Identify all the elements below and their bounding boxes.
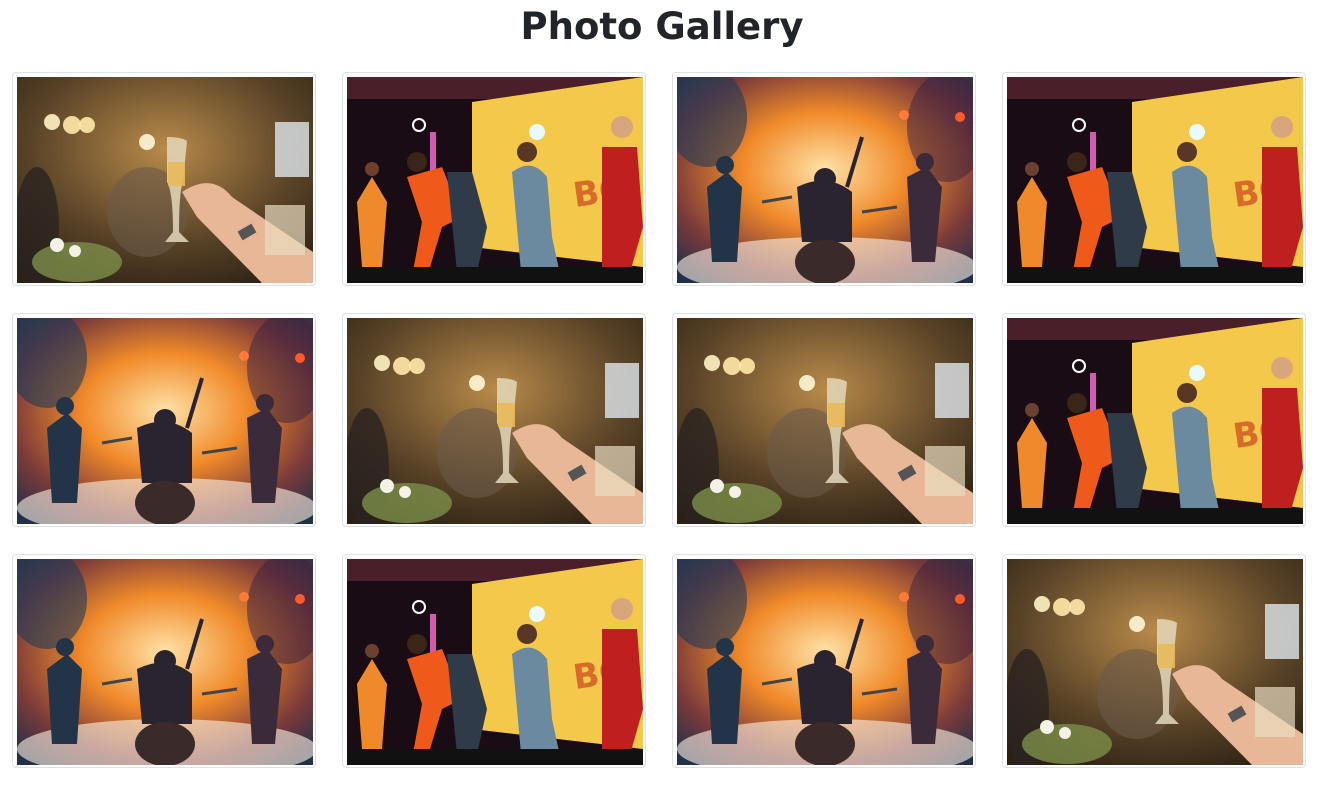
photo-image [347, 318, 643, 524]
photo-image [677, 559, 973, 765]
gallery-photo-card[interactable] [672, 554, 976, 768]
gallery-photo-stage[interactable]: BO [1007, 77, 1303, 283]
gallery-photo-card[interactable] [1002, 554, 1306, 768]
gallery-photo-card[interactable]: BO [1002, 313, 1306, 527]
gallery-photo-card[interactable] [12, 72, 316, 286]
gallery-photo-card[interactable]: BO [1002, 72, 1306, 286]
photo-image [677, 318, 973, 524]
gallery-photo-card[interactable] [672, 313, 976, 527]
gallery-photo-card[interactable] [12, 554, 316, 768]
photo-image [17, 559, 313, 765]
gallery-photo-card[interactable] [672, 72, 976, 286]
gallery-photo-stage[interactable]: BO [347, 559, 643, 765]
photo-image [1007, 559, 1303, 765]
page-title: Photo Gallery [520, 5, 804, 48]
gallery-photo-card[interactable]: BO [342, 72, 646, 286]
gallery-photo-toast[interactable] [347, 318, 643, 524]
gallery-photo-toast[interactable] [1007, 559, 1303, 765]
gallery-photo-band[interactable] [17, 318, 313, 524]
gallery-photo-stage[interactable]: BO [1007, 318, 1303, 524]
photo-image: BO [347, 77, 643, 283]
photo-image: BO [1007, 318, 1303, 524]
gallery-photo-band[interactable] [677, 77, 973, 283]
photo-image: BO [1007, 77, 1303, 283]
gallery-photo-band[interactable] [677, 559, 973, 765]
gallery-photo-stage[interactable]: BO [347, 77, 643, 283]
photo-image [17, 77, 313, 283]
gallery-photo-toast[interactable] [677, 318, 973, 524]
photo-image [17, 318, 313, 524]
gallery-photo-card[interactable] [342, 313, 646, 527]
photo-image: BO [347, 559, 643, 765]
photo-image [677, 77, 973, 283]
gallery-photo-band[interactable] [17, 559, 313, 765]
gallery-photo-toast[interactable] [17, 77, 313, 283]
gallery-photo-card[interactable]: BO [342, 554, 646, 768]
gallery-photo-card[interactable] [12, 313, 316, 527]
